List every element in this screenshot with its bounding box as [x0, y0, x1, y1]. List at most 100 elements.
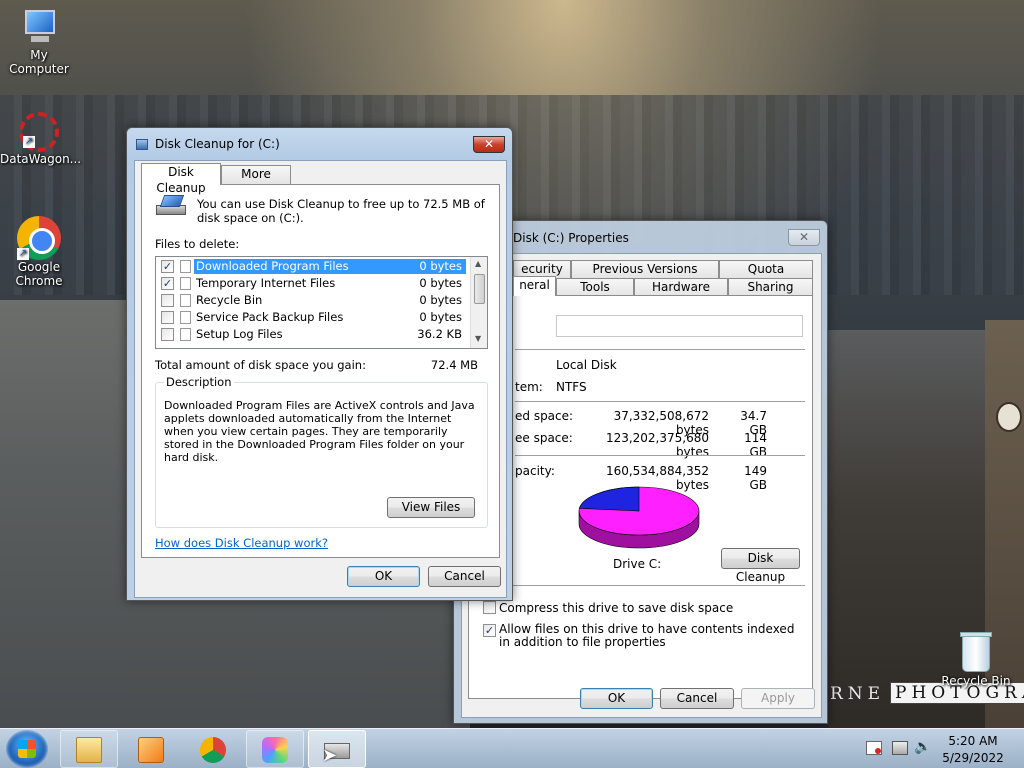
tab-general[interactable]: neral — [513, 276, 556, 296]
file-size: 36.2 KB — [417, 327, 462, 341]
file-list-item[interactable]: Recycle Bin 0 bytes — [158, 292, 468, 309]
divider — [515, 349, 805, 350]
capacity-gb: 149 GB — [744, 464, 767, 492]
file-list-item[interactable]: Setup Log Files 36.2 KB — [158, 326, 468, 343]
chrome-icon: ↗ — [17, 216, 61, 260]
view-files-button[interactable]: View Files — [387, 497, 475, 518]
properties-ok-button[interactable]: OK — [580, 688, 653, 709]
files-list[interactable]: ✓ Downloaded Program Files 0 bytes ✓ Tempora… — [155, 256, 488, 349]
drive-label: Drive C: — [613, 557, 662, 571]
tab-disk-cleanup[interactable]: Disk Cleanup — [141, 163, 221, 195]
close-icon[interactable]: ✕ — [473, 136, 505, 153]
watermark-prefix: RNE — [830, 684, 886, 704]
desktop-icon-label: Recycle Bin — [941, 674, 1011, 688]
taskbar: ➤ 🔈 5:20 AM 5/29/2022 — [0, 728, 1024, 768]
disk-cleanup-button[interactable]: Disk Cleanup — [721, 548, 800, 584]
tab-hardware[interactable]: Hardware — [634, 278, 728, 296]
tab-previous-versions[interactable]: Previous Versions — [571, 260, 719, 278]
cleanup-cancel-button[interactable]: Cancel — [428, 566, 501, 587]
taskbar-button-chrome[interactable] — [184, 730, 242, 768]
file-checkbox[interactable]: ✓ — [161, 260, 174, 273]
file-size: 0 bytes — [419, 310, 462, 324]
scroll-up-icon[interactable]: ▲ — [475, 259, 481, 268]
description-group-label: Description — [164, 375, 234, 389]
scroll-down-icon[interactable]: ▼ — [475, 334, 481, 343]
file-list-item[interactable]: ✓ Downloaded Program Files 0 bytes — [158, 258, 468, 275]
desktop-icon-recycle-bin[interactable]: Recycle Bin — [940, 630, 1012, 688]
chrome-icon — [200, 737, 226, 763]
shortcut-arrow-icon: ↗ — [17, 248, 29, 260]
files-list-scrollbar[interactable]: ▲ ▼ — [470, 257, 487, 348]
used-space-label: ed space: — [515, 409, 574, 423]
clock-time: 5:20 AM — [948, 734, 998, 748]
taskbar-clock[interactable]: 5:20 AM 5/29/2022 — [930, 733, 1016, 767]
action-center-flag-icon[interactable] — [866, 741, 882, 755]
disk-cleanup-panel: You can use Disk Cleanup to free up to 7… — [141, 184, 500, 558]
general-panel: Local Disk tem: NTFS ed space: 37,332,50… — [468, 295, 813, 699]
disk-drive-icon — [156, 195, 188, 219]
file-list-item[interactable]: ✓ Temporary Internet Files 0 bytes — [158, 275, 468, 292]
file-checkbox[interactable] — [161, 328, 174, 341]
paint-icon — [262, 737, 288, 763]
compress-label: Compress this drive to save disk space — [499, 601, 734, 615]
filesystem-label: tem: — [515, 380, 543, 394]
disk-usage-pie-chart — [578, 486, 700, 549]
file-checkbox[interactable] — [161, 294, 174, 307]
checkmark-icon: ✓ — [484, 624, 495, 637]
help-link[interactable]: How does Disk Cleanup work? — [155, 536, 328, 550]
drive-label-input[interactable] — [556, 315, 803, 337]
tab-quota[interactable]: Quota — [719, 260, 813, 278]
cleanup-ok-button[interactable]: OK — [347, 566, 420, 587]
start-button[interactable] — [6, 730, 48, 768]
properties-cancel-button[interactable]: Cancel — [660, 688, 734, 709]
folder-icon — [76, 737, 102, 763]
clock-date: 5/29/2022 — [942, 751, 1004, 765]
total-gain-value: 72.4 MB — [430, 358, 478, 372]
file-checkbox[interactable] — [161, 311, 174, 324]
tab-tools[interactable]: Tools — [556, 278, 634, 296]
recycle-bin-icon — [958, 630, 994, 674]
taskbar-button-explorer[interactable] — [60, 730, 118, 768]
disk-cleanup-window: Disk Cleanup for (C:) ✕ Disk Cleanup Mor… — [126, 127, 513, 601]
divider — [515, 455, 805, 456]
properties-apply-button[interactable]: Apply — [741, 688, 815, 709]
volume-icon[interactable]: 🔈 — [914, 739, 931, 755]
file-type-icon — [180, 277, 191, 290]
compress-checkbox[interactable] — [483, 601, 496, 614]
properties-client: ecurity Previous Versions Quota neral To… — [461, 253, 822, 718]
datawagon-icon: ↗ — [19, 112, 59, 152]
mouse-cursor-icon: ➤ — [322, 745, 338, 766]
file-list-item[interactable]: Service Pack Backup Files 0 bytes — [158, 309, 468, 326]
close-icon[interactable]: ✕ — [788, 229, 820, 246]
file-type-icon — [180, 328, 191, 341]
desktop-icon-my-computer[interactable]: My Computer — [0, 10, 78, 76]
files-to-delete-label: Files to delete: — [155, 237, 240, 251]
computer-icon — [19, 10, 59, 46]
desktop-icon-label: My Computer — [9, 48, 69, 76]
tab-more-options[interactable]: More Options — [221, 165, 291, 197]
index-checkbox[interactable]: ✓ — [483, 624, 496, 637]
total-gain-label: Total amount of disk space you gain: — [155, 358, 366, 372]
file-type-icon — [180, 260, 191, 273]
file-size: 0 bytes — [419, 293, 462, 307]
desktop-icon-label: DataWagon... — [0, 152, 82, 166]
clock-face — [996, 402, 1022, 432]
scroll-thumb[interactable] — [474, 274, 485, 304]
disk-cleanup-small-icon — [136, 139, 148, 150]
file-checkbox[interactable]: ✓ — [161, 277, 174, 290]
windows-logo-icon — [18, 740, 36, 758]
desktop-icon-label: Google Chrome — [15, 260, 63, 288]
desktop-icon-datawagon[interactable]: ↗ DataWagon... — [0, 112, 82, 166]
taskbar-button-paint[interactable] — [246, 730, 304, 768]
pie-slice-used — [578, 486, 640, 512]
disk-cleanup-title: Disk Cleanup for (C:) — [155, 137, 280, 151]
taskbar-button-media-player[interactable] — [122, 730, 180, 768]
file-type-icon — [180, 311, 191, 324]
desktop-icon-google-chrome[interactable]: ↗ Google Chrome — [4, 216, 74, 288]
divider — [515, 401, 805, 402]
file-size: 0 bytes — [419, 276, 462, 290]
capacity-label: pacity: — [515, 464, 555, 478]
network-icon[interactable] — [892, 741, 908, 755]
tab-sharing[interactable]: Sharing — [728, 278, 813, 296]
filesystem-value: NTFS — [556, 380, 587, 394]
